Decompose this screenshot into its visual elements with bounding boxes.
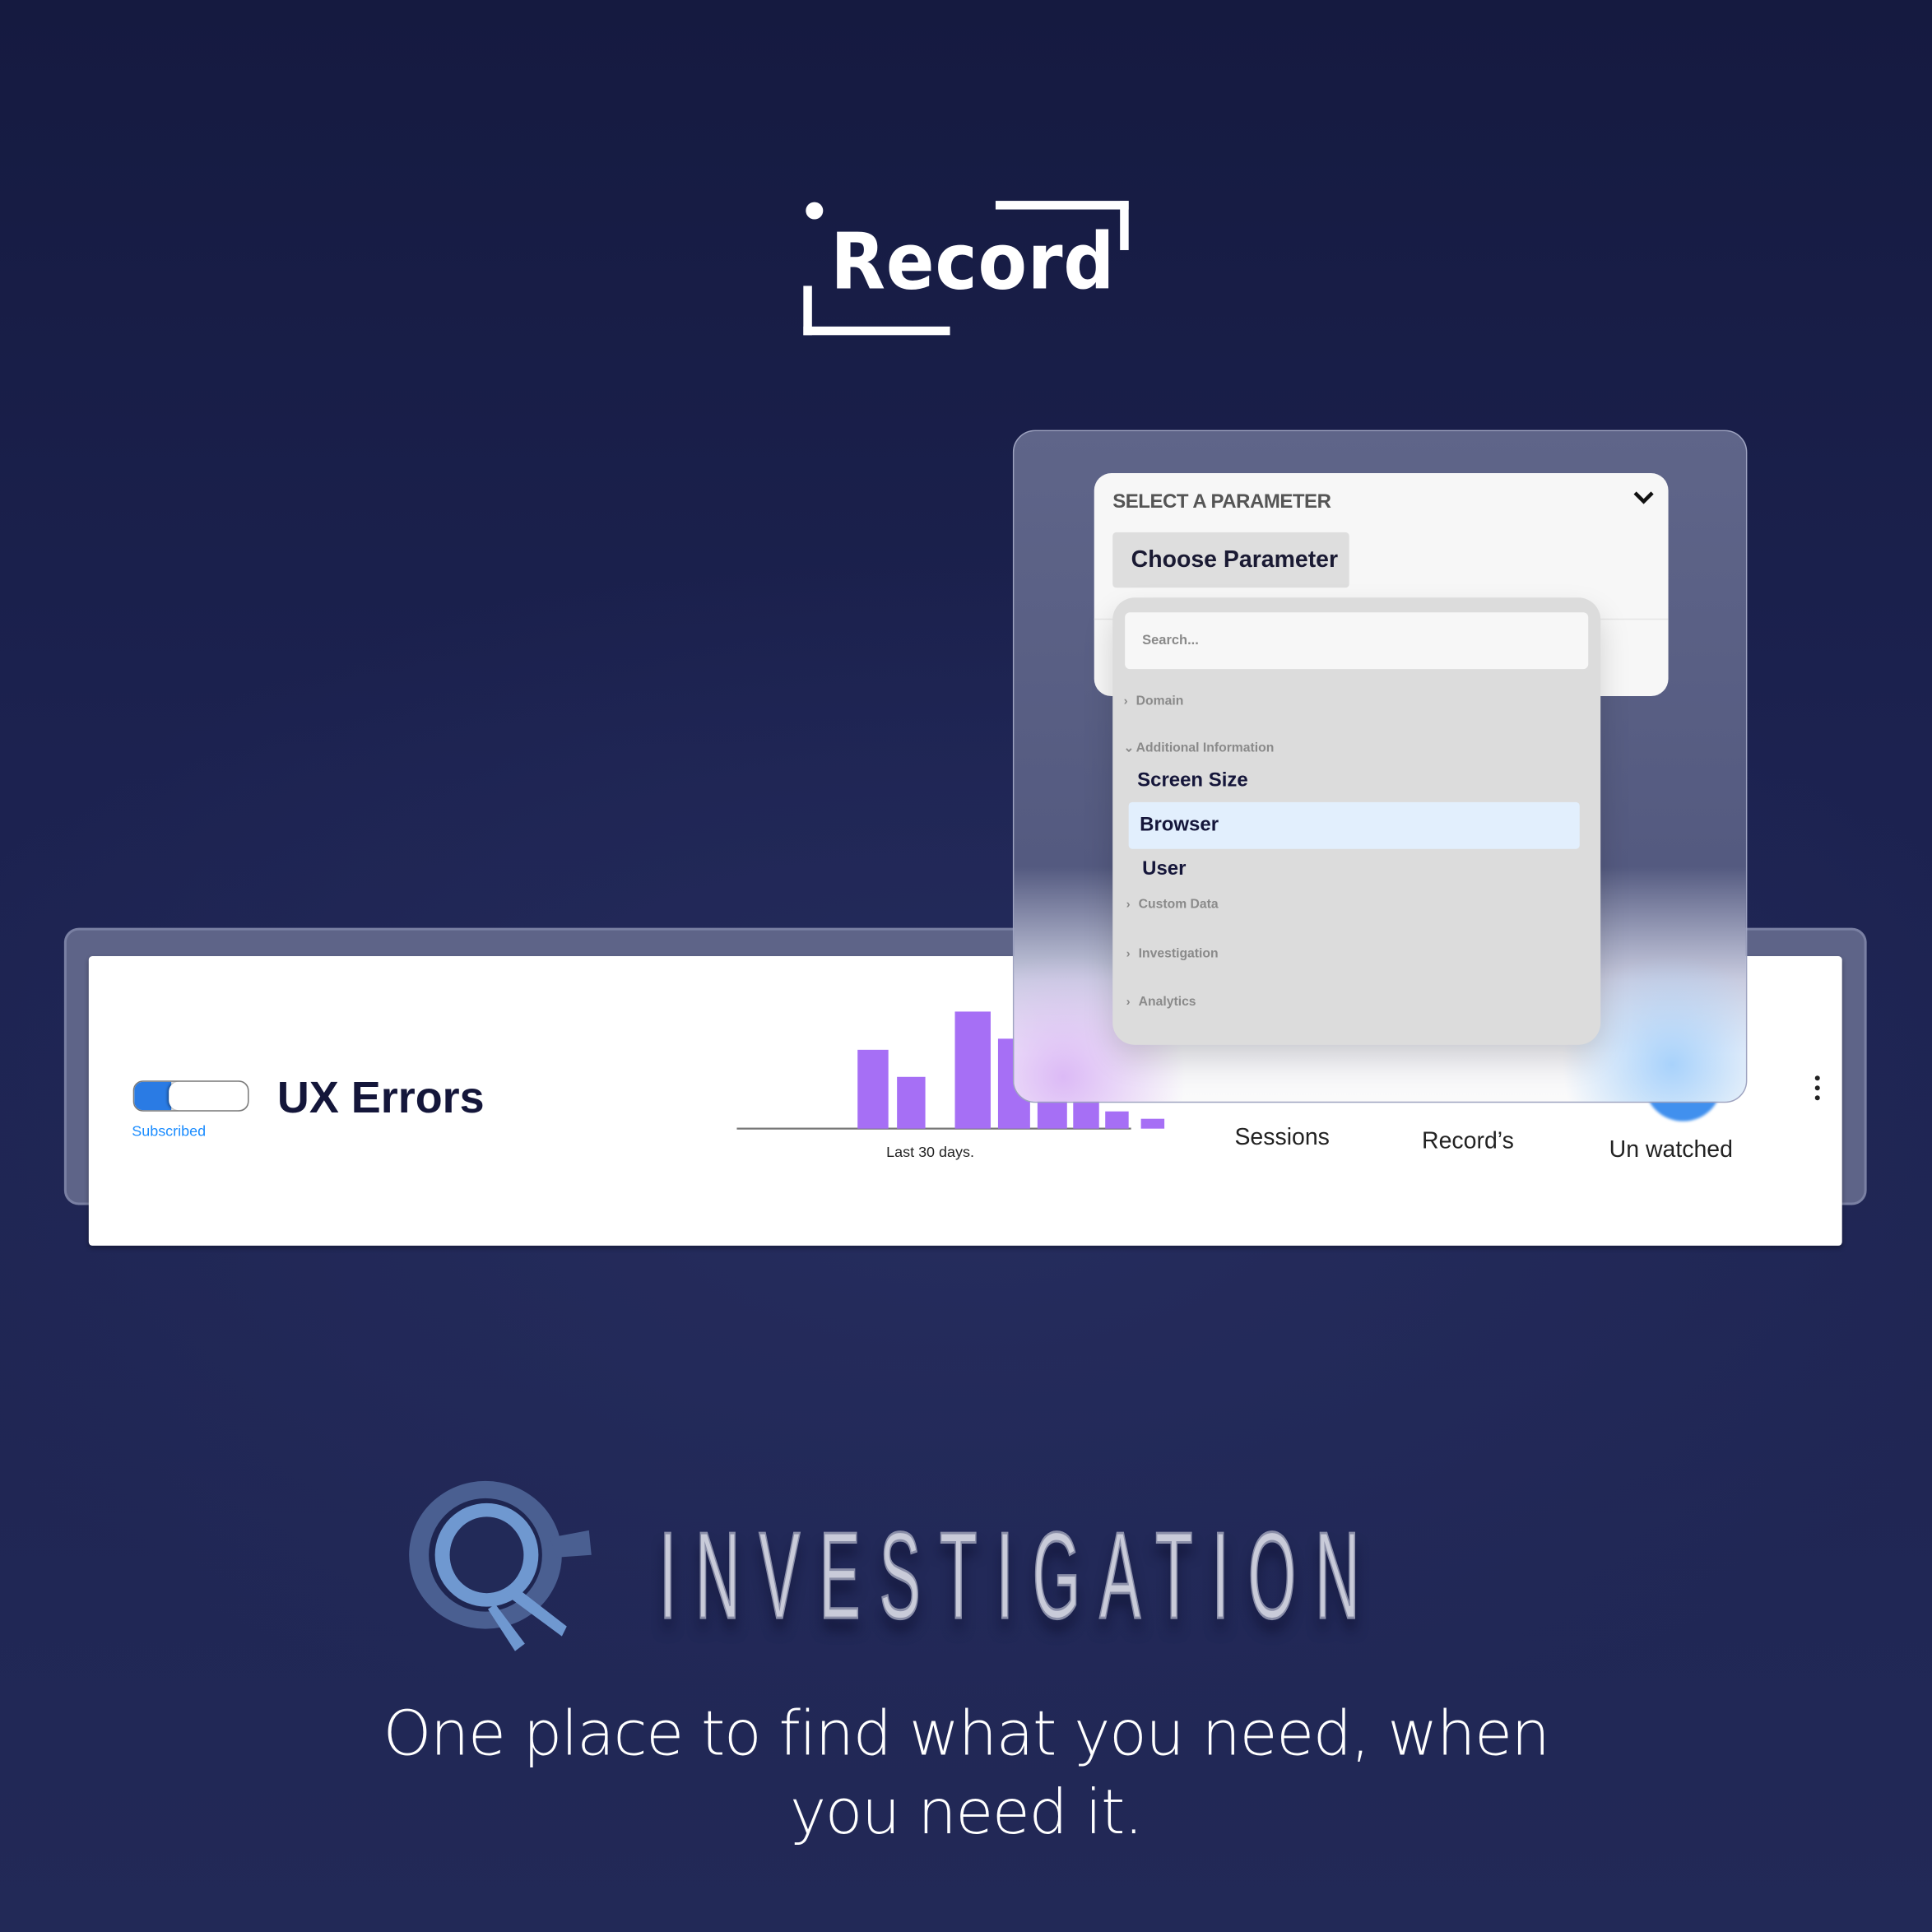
chevron-right-icon: › bbox=[1123, 694, 1128, 709]
tagline-line-2: you need it. bbox=[789, 1776, 1144, 1849]
product-name: INVESTIGATION bbox=[658, 1506, 1379, 1646]
option-screen-size[interactable]: Screen Size bbox=[1137, 770, 1248, 792]
chart-bar bbox=[897, 1076, 926, 1129]
bracket-top-right-v bbox=[1120, 201, 1129, 250]
chevron-right-icon: › bbox=[1126, 947, 1131, 962]
group-investigation[interactable]: › Investigation bbox=[1126, 946, 1219, 961]
chevron-down-icon[interactable] bbox=[1632, 489, 1655, 506]
record-logo-text: Record bbox=[830, 216, 1116, 307]
kebab-icon[interactable] bbox=[1811, 1075, 1823, 1105]
widget-title: UX Errors bbox=[276, 1071, 485, 1123]
group-custom-data[interactable]: › Custom Data bbox=[1126, 897, 1219, 912]
choose-parameter-button[interactable]: Choose Parameter bbox=[1112, 532, 1349, 588]
chevron-right-icon: › bbox=[1126, 898, 1131, 913]
chevron-right-icon: › bbox=[1126, 995, 1131, 1010]
search-input[interactable] bbox=[1125, 612, 1589, 670]
tagline-line-1: One place to find what you need, when bbox=[383, 1697, 1550, 1770]
magnifier-target-icon bbox=[409, 1480, 592, 1651]
promo-canvas: Record Subscribed UX Errors Last 30 days… bbox=[0, 0, 1932, 1932]
metric-sessions[interactable]: Sessions bbox=[1234, 1125, 1329, 1152]
option-user[interactable]: User bbox=[1142, 859, 1186, 881]
group-additional-information[interactable]: ⌄ Additional Information bbox=[1124, 741, 1275, 755]
metric-unwatched[interactable]: Un watched bbox=[1609, 1137, 1733, 1164]
chart-bar bbox=[1140, 1118, 1165, 1129]
chart-caption: Last 30 days. bbox=[886, 1143, 975, 1161]
group-domain[interactable]: › Domain bbox=[1124, 694, 1184, 708]
group-analytics[interactable]: › Analytics bbox=[1126, 994, 1196, 1009]
chevron-down-icon: ⌄ bbox=[1123, 741, 1135, 755]
chart-bar bbox=[1105, 1111, 1129, 1129]
chart-bar bbox=[857, 1049, 889, 1129]
parameter-label: SELECT A PARAMETER bbox=[1112, 491, 1331, 513]
record-dot-icon bbox=[806, 202, 824, 220]
metric-records[interactable]: Record’s bbox=[1422, 1129, 1514, 1156]
subscribe-toggle[interactable] bbox=[132, 1080, 249, 1112]
bracket-bottom-left bbox=[803, 326, 950, 336]
bracket-top-right bbox=[995, 201, 1129, 210]
option-browser[interactable]: Browser bbox=[1140, 815, 1219, 837]
chart-bar bbox=[954, 1011, 991, 1129]
subscribed-label: Subscribed bbox=[132, 1122, 207, 1140]
